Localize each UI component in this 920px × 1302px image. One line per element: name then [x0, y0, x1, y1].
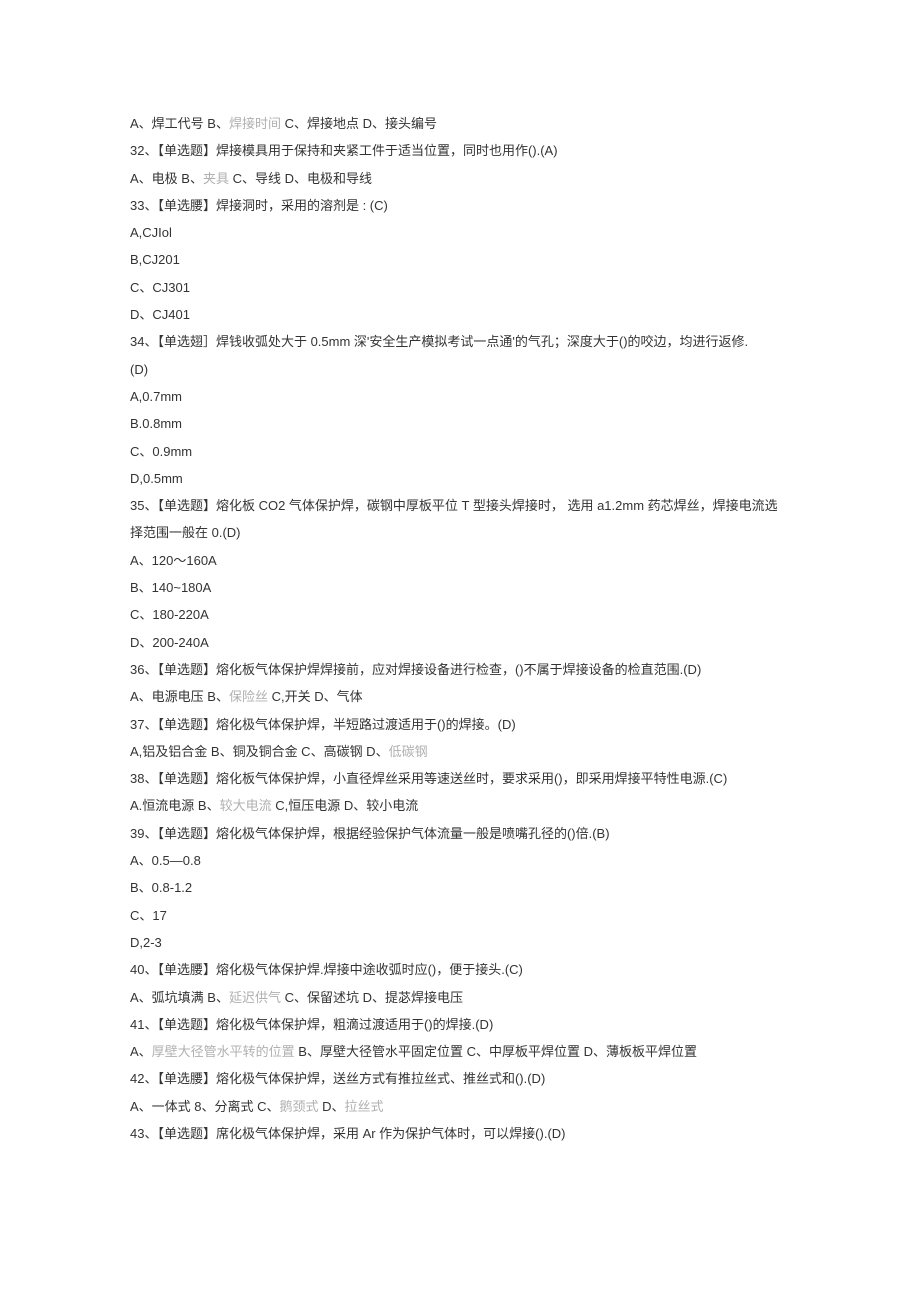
- text-line: A、厚壁大径管水平转的位置 B、厚壁大径管水平固定位置 C、中厚板平焊位置 D、…: [130, 1038, 790, 1065]
- text-segment: 32、【单选题】焊接模具用于保持和夹紧工件于适当位置，同时也用作().(A): [130, 143, 558, 158]
- text-segment: 35、【单选题】熔化板 CO2 气体保护焊，碳钢中厚板平位 T 型接头焊接时， …: [130, 498, 778, 513]
- text-line: 38、【单选题】熔化板气体保护焊，小直径焊丝采用等速送丝时，要求采用()，即采用…: [130, 765, 790, 792]
- text-segment: C、CJ301: [130, 280, 190, 295]
- text-segment: 38、【单选题】熔化板气体保护焊，小直径焊丝采用等速送丝时，要求采用()，即采用…: [130, 771, 727, 786]
- text-line: A、一体式 8、分离式 C、鹅颈式 D、拉丝式: [130, 1093, 790, 1120]
- text-segment: 40、【单选腰】熔化极气体保护焊.焊接中途收弧时应()，便于接头.(C): [130, 962, 523, 977]
- text-line: B、140~180A: [130, 574, 790, 601]
- text-line: D,0.5mm: [130, 465, 790, 492]
- text-line: (D): [130, 356, 790, 383]
- text-line: 41、【单选题】熔化极气体保护焊，粗滴过渡适用于()的焊接.(D): [130, 1011, 790, 1038]
- text-segment: A、一体式 8、分离式 C、: [130, 1099, 280, 1114]
- document-page: A、焊工代号 B、焊接时间 C、焊接地点 D、接头编号 32、【单选题】焊接模具用…: [0, 0, 920, 1302]
- text-segment: 42、【单选腰】熔化极气体保护焊，送丝方式有推拉丝式、推丝式和().(D): [130, 1071, 545, 1086]
- text-segment: 低碳钢: [389, 744, 428, 759]
- text-segment: D、: [319, 1099, 345, 1114]
- text-segment: 37、【单选题】熔化极气体保护焊，半短路过渡适用于()的焊接。(D): [130, 717, 516, 732]
- text-line: A.恒流电源 B、较大电流 C,恒压电源 D、较小电流: [130, 792, 790, 819]
- text-line: 34、【单选翅］焊钱收弧处大于 0.5mm 深'安全生产模拟考试一点通'的气孔；…: [130, 328, 790, 355]
- text-segment: C、17: [130, 908, 167, 923]
- text-line: A,CJIol: [130, 219, 790, 246]
- text-segment: A、0.5—0.8: [130, 853, 201, 868]
- text-line: C、180-220A: [130, 601, 790, 628]
- text-segment: 延迟供气: [229, 990, 281, 1005]
- text-line: D,2-3: [130, 929, 790, 956]
- text-line: A、120～160A: [130, 547, 790, 574]
- text-segment: 较大电流: [220, 798, 272, 813]
- text-segment: A,CJIol: [130, 225, 172, 240]
- text-line: 40、【单选腰】熔化极气体保护焊.焊接中途收弧时应()，便于接头.(C): [130, 956, 790, 983]
- text-segment: C,开关 D、气体: [268, 689, 363, 704]
- text-segment: 43、【单选题】席化极气体保护焊，采用 Ar 作为保护气体时，可以焊接().(D…: [130, 1126, 566, 1141]
- text-line: B、0.8-1.2: [130, 874, 790, 901]
- text-segment: 34、【单选翅］焊钱收弧处大于 0.5mm 深'安全生产模拟考试一点通'的气孔；…: [130, 334, 748, 349]
- text-segment: (D): [130, 362, 148, 377]
- text-line: A、电极 B、夹具 C、导线 D、电极和导线: [130, 165, 790, 192]
- text-line: C、CJ301: [130, 274, 790, 301]
- text-line: A、焊工代号 B、焊接时间 C、焊接地点 D、接头编号: [130, 110, 790, 137]
- text-segment: A、弧坑填满 B、: [130, 990, 229, 1005]
- text-segment: A.恒流电源 B、: [130, 798, 220, 813]
- text-segment: D,2-3: [130, 935, 162, 950]
- text-line: A,铝及铝合金 B、铜及铜合金 C、高碳钢 D、低碳钢: [130, 738, 790, 765]
- text-line: 39、【单选题】熔化极气体保护焊，根据经验保护气体流量一般是喷嘴孔径的()倍.(…: [130, 820, 790, 847]
- text-segment: B,CJ201: [130, 252, 180, 267]
- text-segment: 鹅颈式: [280, 1099, 319, 1114]
- text-line: 43、【单选题】席化极气体保护焊，采用 Ar 作为保护气体时，可以焊接().(D…: [130, 1120, 790, 1147]
- text-segment: B、0.8-1.2: [130, 880, 192, 895]
- text-line: 32、【单选题】焊接模具用于保持和夹紧工件于适当位置，同时也用作().(A): [130, 137, 790, 164]
- text-segment: D、200-240A: [130, 635, 209, 650]
- text-segment: A,铝及铝合金 B、铜及铜合金 C、高碳钢 D、: [130, 744, 389, 759]
- text-line: C、0.9mm: [130, 438, 790, 465]
- text-segment: C,恒压电源 D、较小电流: [272, 798, 419, 813]
- text-line: 35、【单选题】熔化板 CO2 气体保护焊，碳钢中厚板平位 T 型接头焊接时， …: [130, 492, 790, 519]
- text-segment: 焊接时间: [229, 116, 281, 131]
- text-line: A、电源电压 B、保险丝 C,开关 D、气体: [130, 683, 790, 710]
- text-segment: B.0.8mm: [130, 416, 182, 431]
- text-segment: C、保留述坑 D、提苾焊接电压: [281, 990, 463, 1005]
- text-segment: 厚壁大径管水平转的位置: [152, 1044, 295, 1059]
- text-segment: A、焊工代号 B、: [130, 116, 229, 131]
- text-line: B,CJ201: [130, 246, 790, 273]
- text-line: 42、【单选腰】熔化极气体保护焊，送丝方式有推拉丝式、推丝式和().(D): [130, 1065, 790, 1092]
- text-segment: 择范围一般在 0.(D): [130, 525, 241, 540]
- text-segment: D、CJ401: [130, 307, 190, 322]
- text-segment: C、0.9mm: [130, 444, 192, 459]
- text-segment: 41、【单选题】熔化极气体保护焊，粗滴过渡适用于()的焊接.(D): [130, 1017, 493, 1032]
- text-segment: A、电源电压 B、: [130, 689, 229, 704]
- text-segment: A、电极 B、: [130, 171, 203, 186]
- text-line: 择范围一般在 0.(D): [130, 519, 790, 546]
- text-segment: A,0.7mm: [130, 389, 182, 404]
- text-segment: B、厚壁大径管水平固定位置 C、中厚板平焊位置 D、薄板板平焊位置: [295, 1044, 697, 1059]
- text-segment: 保险丝: [229, 689, 268, 704]
- text-line: 36、【单选题】熔化板气体保护焊焊接前，应对焊接设备进行检查，()不属于焊接设备…: [130, 656, 790, 683]
- text-segment: 33、【单选腰】焊接洞时，采用的溶剂是 : (C): [130, 198, 388, 213]
- text-segment: B、140~180A: [130, 580, 211, 595]
- text-line: 37、【单选题】熔化极气体保护焊，半短路过渡适用于()的焊接。(D): [130, 711, 790, 738]
- text-segment: C、导线 D、电极和导线: [229, 171, 372, 186]
- text-segment: 36、【单选题】熔化板气体保护焊焊接前，应对焊接设备进行检查，()不属于焊接设备…: [130, 662, 701, 677]
- text-segment: A、120～160A: [130, 553, 217, 568]
- text-segment: 39、【单选题】熔化极气体保护焊，根据经验保护气体流量一般是喷嘴孔径的()倍.(…: [130, 826, 610, 841]
- text-line: C、17: [130, 902, 790, 929]
- text-line: A,0.7mm: [130, 383, 790, 410]
- text-segment: A、: [130, 1044, 152, 1059]
- text-line: D、CJ401: [130, 301, 790, 328]
- text-line: B.0.8mm: [130, 410, 790, 437]
- text-segment: D,0.5mm: [130, 471, 183, 486]
- text-segment: 拉丝式: [345, 1099, 384, 1114]
- text-segment: C、180-220A: [130, 607, 209, 622]
- text-line: A、0.5—0.8: [130, 847, 790, 874]
- text-line: 33、【单选腰】焊接洞时，采用的溶剂是 : (C): [130, 192, 790, 219]
- text-line: A、弧坑填满 B、延迟供气 C、保留述坑 D、提苾焊接电压: [130, 984, 790, 1011]
- text-segment: C、焊接地点 D、接头编号: [281, 116, 437, 131]
- text-line: D、200-240A: [130, 629, 790, 656]
- text-segment: 夹具: [203, 171, 229, 186]
